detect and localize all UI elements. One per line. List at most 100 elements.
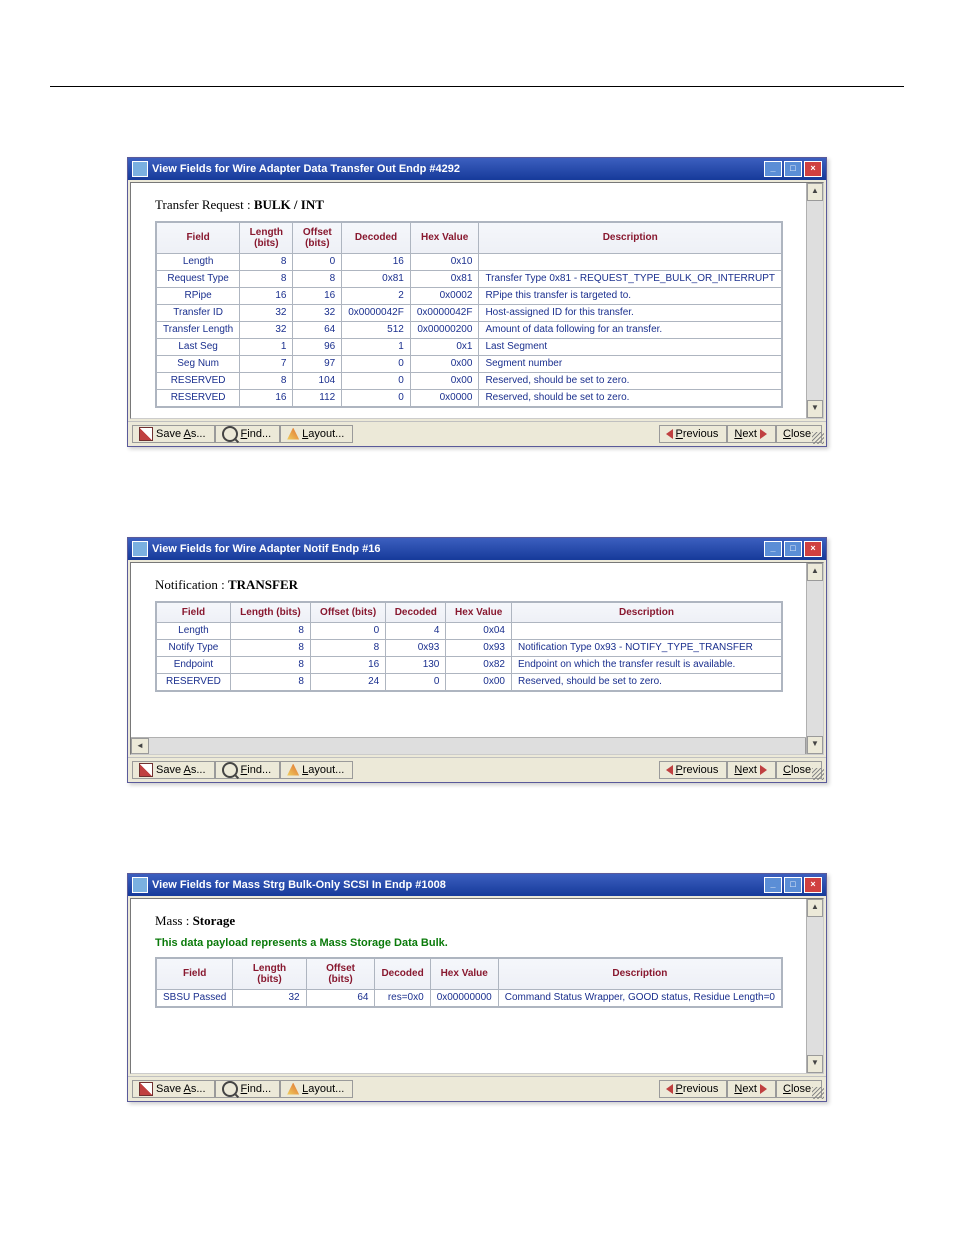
scroll-up-icon[interactable]: ▲: [807, 183, 823, 201]
app-icon: [132, 877, 148, 893]
layout-button[interactable]: Layout...: [280, 425, 353, 443]
arrow-right-icon: [760, 429, 767, 439]
col-header: Description: [498, 958, 782, 990]
layout-icon: [287, 428, 299, 440]
cell-length: 16: [240, 389, 293, 407]
cell-offset: 104: [293, 372, 342, 389]
cell-description: RPipe this transfer is targeted to.: [479, 287, 782, 304]
cell-field: Last Seg: [156, 338, 240, 355]
close-icon[interactable]: ×: [804, 541, 822, 557]
arrow-right-icon: [760, 765, 767, 775]
resize-grip[interactable]: [812, 432, 824, 444]
button-label: Close: [783, 1083, 811, 1095]
cell-decoded: 130: [386, 656, 446, 673]
previous-button[interactable]: Previous: [659, 1080, 728, 1098]
window-title: View Fields for Wire Adapter Data Transf…: [152, 163, 460, 175]
window-title: View Fields for Wire Adapter Notif Endp …: [152, 543, 381, 555]
cell-field: Notify Type: [156, 639, 230, 656]
cell-length: 32: [240, 304, 293, 321]
cell-hex: 0x10: [410, 253, 479, 270]
col-header: Offset (bits): [306, 958, 375, 990]
button-label: Previous: [676, 764, 719, 776]
cell-offset: 8: [293, 270, 342, 287]
scroll-up-icon[interactable]: ▲: [807, 899, 823, 917]
cell-description: Last Segment: [479, 338, 782, 355]
col-header: Decoded: [342, 222, 411, 254]
vertical-scrollbar[interactable]: ▲▼: [806, 563, 823, 754]
cell-description: Command Status Wrapper, GOOD status, Res…: [498, 989, 782, 1007]
info-note: This data payload represents a Mass Stor…: [155, 937, 783, 949]
button-label: Next: [734, 428, 757, 440]
table-row: Request Type880x810x81Transfer Type 0x81…: [156, 270, 782, 287]
table-row: Endpoint8161300x82Endpoint on which the …: [156, 656, 782, 673]
minimize-icon[interactable]: _: [764, 541, 782, 557]
find-button[interactable]: Find...: [215, 761, 281, 779]
scroll-down-icon[interactable]: ▼: [807, 1055, 823, 1073]
scroll-left-icon[interactable]: ◄: [131, 738, 149, 754]
scroll-down-icon[interactable]: ▼: [807, 736, 823, 754]
save-as-button[interactable]: Save As...: [132, 761, 215, 779]
cell-hex: 0x00000200: [410, 321, 479, 338]
arrow-left-icon: [666, 429, 673, 439]
arrow-left-icon: [666, 1084, 673, 1094]
button-label: Previous: [676, 1083, 719, 1095]
cell-decoded: 0: [342, 389, 411, 407]
section-heading: Mass : Storage: [155, 913, 783, 929]
save-as-button[interactable]: Save As...: [132, 425, 215, 443]
next-button[interactable]: Next: [727, 761, 776, 779]
cell-length: 7: [240, 355, 293, 372]
button-label: Next: [734, 1083, 757, 1095]
maximize-icon[interactable]: □: [784, 877, 802, 893]
cell-offset: 0: [310, 622, 385, 639]
button-label: Next: [734, 764, 757, 776]
next-button[interactable]: Next: [727, 425, 776, 443]
save-as-button[interactable]: Save As...: [132, 1080, 215, 1098]
layout-button[interactable]: Layout...: [280, 1080, 353, 1098]
minimize-icon[interactable]: _: [764, 161, 782, 177]
resize-grip[interactable]: [812, 768, 824, 780]
dialog-window: View Fields for Wire Adapter Notif Endp …: [127, 537, 827, 783]
maximize-icon[interactable]: □: [784, 161, 802, 177]
cell-hex: 0x00: [446, 673, 512, 691]
find-icon: [222, 426, 238, 442]
previous-button[interactable]: Previous: [659, 425, 728, 443]
col-header: Offset (bits): [310, 602, 385, 623]
cell-decoded: 16: [342, 253, 411, 270]
cell-description: Amount of data following for an transfer…: [479, 321, 782, 338]
next-button[interactable]: Next: [727, 1080, 776, 1098]
cell-description: Reserved, should be set to zero.: [479, 372, 782, 389]
save-icon: [139, 427, 153, 441]
close-icon[interactable]: ×: [804, 877, 822, 893]
cell-field: RPipe: [156, 287, 240, 304]
cell-length: 32: [233, 989, 306, 1007]
cell-field: RESERVED: [156, 673, 230, 691]
resize-grip[interactable]: [812, 1087, 824, 1099]
maximize-icon[interactable]: □: [784, 541, 802, 557]
close-icon[interactable]: ×: [804, 161, 822, 177]
find-button[interactable]: Find...: [215, 425, 281, 443]
cell-length: 1: [240, 338, 293, 355]
cell-decoded: 1: [342, 338, 411, 355]
previous-button[interactable]: Previous: [659, 761, 728, 779]
horizontal-scrollbar[interactable]: ◄►: [131, 737, 823, 754]
layout-button[interactable]: Layout...: [280, 761, 353, 779]
cell-hex: 0x00: [410, 372, 479, 389]
minimize-icon[interactable]: _: [764, 877, 782, 893]
cell-offset: 96: [293, 338, 342, 355]
vertical-scrollbar[interactable]: ▲▼: [806, 183, 823, 418]
cell-offset: 32: [293, 304, 342, 321]
button-label: Find...: [241, 764, 272, 776]
cell-offset: 16: [310, 656, 385, 673]
cell-length: 32: [240, 321, 293, 338]
vertical-scrollbar[interactable]: ▲▼: [806, 899, 823, 1073]
scroll-up-icon[interactable]: ▲: [807, 563, 823, 581]
cell-offset: 0: [293, 253, 342, 270]
find-button[interactable]: Find...: [215, 1080, 281, 1098]
col-header: Length (bits): [230, 602, 310, 623]
save-icon: [139, 1082, 153, 1096]
cell-field: Transfer Length: [156, 321, 240, 338]
scroll-down-icon[interactable]: ▼: [807, 400, 823, 418]
table-row: RESERVED1611200x0000Reserved, should be …: [156, 389, 782, 407]
button-label: Layout...: [302, 764, 344, 776]
cell-field: Transfer ID: [156, 304, 240, 321]
